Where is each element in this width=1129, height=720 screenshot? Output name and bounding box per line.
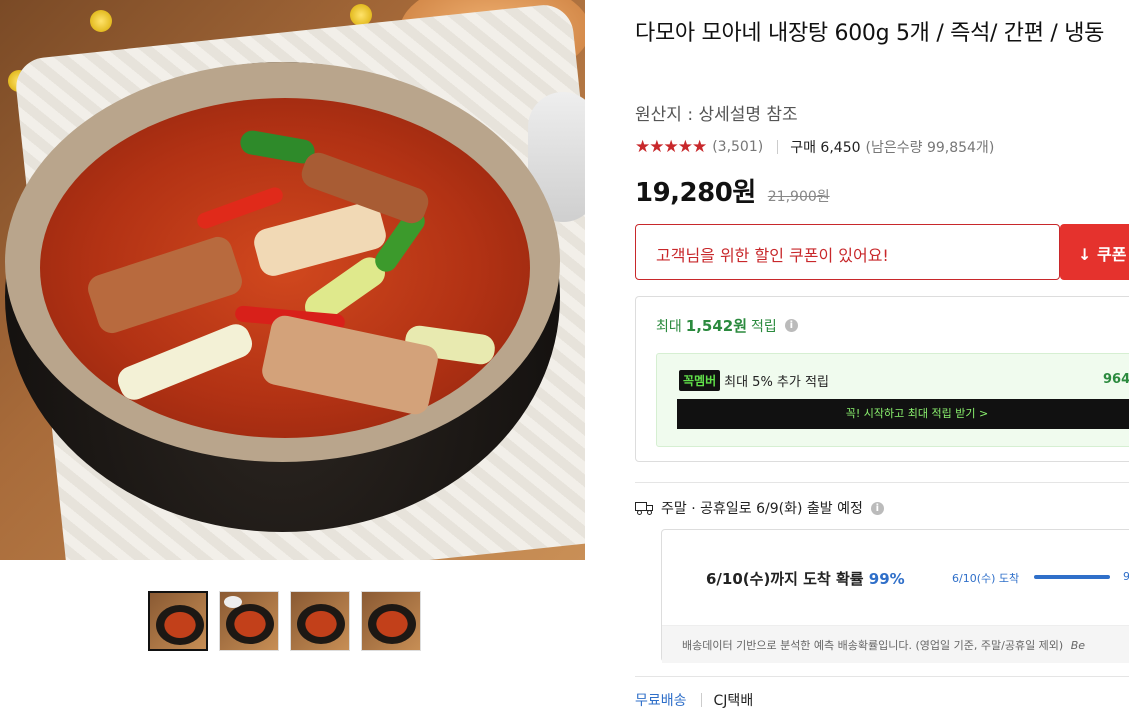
info-icon[interactable]: i (784, 319, 798, 332)
coupon-download-button[interactable]: ↓ 쿠폰 (1060, 224, 1129, 280)
divider (777, 140, 779, 154)
arrival-date-label: 6/10(수) 도착 (952, 572, 1020, 585)
points-prefix: 최대 (656, 318, 682, 335)
sale-price: 19,280원 (635, 178, 756, 208)
thumbnail-1[interactable] (148, 591, 208, 651)
courier-label: CJ택배 (713, 693, 754, 709)
purchase-count: 구매 6,450 (790, 140, 861, 156)
truck-icon (635, 501, 655, 515)
product-title: 다모아 모아네 내장탕 600g 5개 / 즉석/ 간편 / 냉동 (635, 21, 1105, 46)
arrival-percent: 99% (868, 570, 905, 588)
thumbnail-list (148, 591, 421, 651)
delivery-info: 무료배송 CJ택배 (635, 690, 753, 710)
section-divider (635, 676, 1129, 677)
points-suffix: 적립 (751, 318, 777, 335)
arrival-bar-value: 9 (1123, 570, 1129, 583)
member-promo: 꼭멤버 최대 5% 추가 적립 964 꼭! 시작하고 최대 적립 받기 > (656, 353, 1129, 447)
arrival-footnote-trailing: Be (1070, 639, 1086, 652)
arrival-text: 6/10(수)까지 도착 확률 (706, 570, 864, 588)
coupon-message: 고객님을 위한 할인 쿠폰이 있어요! (656, 246, 889, 265)
coupon-banner[interactable]: 고객님을 위한 할인 쿠폰이 있어요! (635, 224, 1060, 280)
product-main-image (0, 0, 585, 560)
divider (700, 693, 702, 707)
product-origin: 원산지 : 상세설명 참조 (635, 105, 798, 125)
member-points: 964 (1103, 372, 1129, 387)
arrival-progress-bar (1034, 575, 1110, 579)
points-panel: 최대 1,542원 적립 i 꼭멤버 최대 5% 추가 적립 964 꼭! 시작… (635, 296, 1129, 462)
download-icon: ↓ (1078, 245, 1092, 264)
original-price: 21,900원 (767, 189, 830, 205)
flower-decoration (90, 10, 112, 32)
arrival-probability: 6/10(수)까지 도착 확률 99% (706, 568, 905, 589)
arrival-footnote-text: 배송데이터 기반으로 분석한 예측 배송확률입니다. (영업일 기준, 주말/공… (682, 639, 1064, 652)
arrival-footnote: 배송데이터 기반으로 분석한 예측 배송확률입니다. (영업일 기준, 주말/공… (662, 625, 1129, 663)
thumbnail-2[interactable] (219, 591, 279, 651)
free-shipping-label: 무료배송 (635, 693, 687, 709)
rating-row: ★★★★★ (3,501) 구매 6,450 (남은수량 99,854개) (635, 137, 994, 157)
member-signup-button[interactable]: 꼭! 시작하고 최대 적립 받기 > (677, 399, 1129, 429)
arrival-probability-box: 6/10(수)까지 도착 확률 99% 6/10(수) 도착 9 배송데이터 기… (661, 529, 1129, 663)
coupon-button-label: 쿠폰 (1096, 245, 1127, 264)
member-badge: 꼭멤버 (679, 370, 721, 391)
info-icon[interactable]: i (870, 501, 884, 515)
shipping-notice-text: 주말 · 공휴일로 6/9(화) 출발 예정 (661, 501, 863, 517)
remaining-stock: (남은수량 99,854개) (865, 140, 995, 156)
price-row: 19,280원 21,900원 (635, 172, 830, 209)
member-row: 꼭멤버 최대 5% 추가 적립 (679, 370, 829, 391)
shipping-notice: 주말 · 공휴일로 6/9(화) 출발 예정 i (635, 498, 884, 518)
star-rating-icon[interactable]: ★★★★★ (635, 137, 707, 157)
points-amount: 1,542원 (685, 317, 748, 335)
thumbnail-4[interactable] (361, 591, 421, 651)
member-text: 최대 5% 추가 적립 (724, 375, 829, 390)
thumbnail-3[interactable] (290, 591, 350, 651)
section-divider (635, 482, 1129, 483)
review-count[interactable]: (3,501) (712, 139, 763, 155)
max-points-line: 최대 1,542원 적립 i (656, 315, 798, 336)
